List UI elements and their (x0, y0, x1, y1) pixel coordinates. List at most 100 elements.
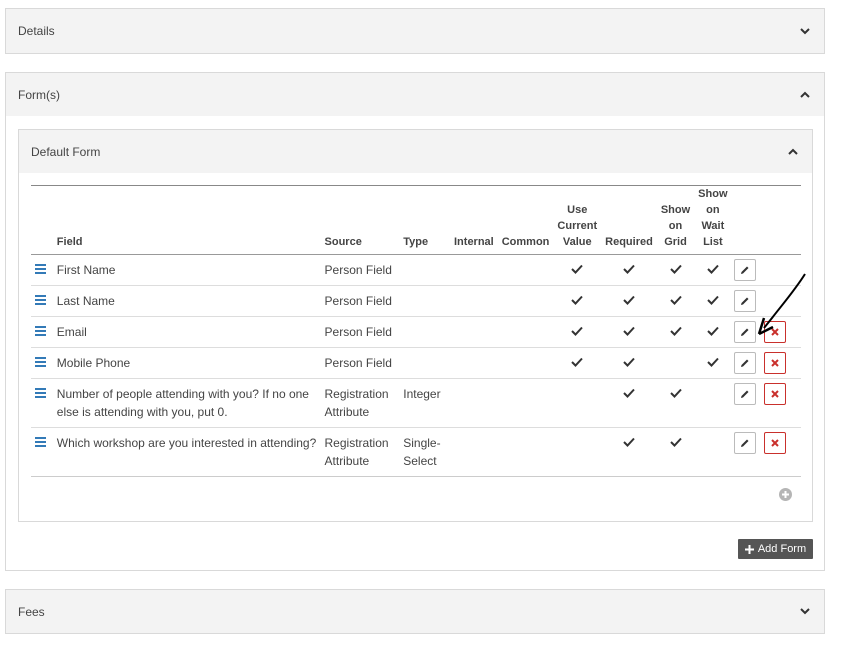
internal-column-header: Internal (450, 185, 498, 255)
details-panel-title: Details (18, 24, 55, 38)
header-line: Show (698, 188, 728, 200)
drag-handle[interactable] (31, 347, 53, 379)
pencil-icon (740, 266, 749, 274)
header-line: on (706, 204, 720, 216)
type-cell (399, 347, 450, 379)
type-cell (399, 285, 450, 317)
drag-handle[interactable] (31, 254, 53, 286)
fees-panel-title: Fees (18, 604, 45, 619)
table-row: Email Person Field (31, 316, 801, 348)
required-cell (601, 347, 657, 379)
show-on-wait-list-cell (694, 347, 732, 379)
chevron-up-icon[interactable] (798, 88, 812, 102)
reorder-icon (35, 388, 46, 398)
field-column-header: Field (52, 185, 321, 255)
edit-button[interactable] (733, 352, 756, 374)
check-icon (571, 356, 583, 370)
edit-button[interactable] (733, 383, 756, 405)
source-cell: Registration Attribute (320, 378, 400, 428)
header-line: Use (567, 204, 588, 216)
header-line: List (703, 236, 723, 248)
edit-button[interactable] (733, 432, 756, 454)
close-icon (770, 328, 779, 336)
forms-panel-header[interactable]: Form(s) (6, 73, 824, 116)
drag-handle[interactable] (31, 316, 53, 348)
delete-button[interactable] (763, 383, 786, 405)
check-icon (571, 263, 583, 277)
common-cell (497, 316, 554, 348)
edit-button[interactable] (733, 259, 756, 281)
use-current-value-cell (553, 378, 602, 428)
internal-cell (450, 378, 498, 428)
check-icon (707, 294, 719, 308)
chevron-down-icon[interactable] (798, 605, 812, 619)
close-icon (770, 439, 779, 447)
common-cell (497, 285, 554, 317)
common-cell (497, 347, 554, 379)
show-on-grid-cell (656, 316, 695, 348)
use-current-value-cell (553, 316, 602, 348)
table-row: Mobile Phone Person Field (31, 347, 801, 379)
source-cell: Person Field (320, 347, 400, 379)
use-current-value-cell (553, 347, 602, 379)
header-line: Wait (701, 220, 725, 232)
chevron-up-icon[interactable] (786, 145, 800, 159)
drag-handle[interactable] (31, 285, 53, 317)
drag-column-header (31, 185, 53, 255)
add-form-button[interactable]: Add Form (738, 539, 813, 559)
delete-button[interactable] (763, 352, 786, 374)
show-on-wait-list-cell (694, 285, 732, 317)
delete-button[interactable] (763, 432, 786, 454)
type-cell (399, 316, 450, 348)
show-on-grid-cell (656, 347, 695, 379)
check-icon (623, 436, 635, 450)
default-form-header[interactable]: Default Form (19, 130, 812, 173)
pencil-icon (740, 359, 749, 367)
source-cell: Person Field (320, 316, 400, 348)
delete-button[interactable] (763, 321, 786, 343)
required-cell (601, 285, 657, 317)
close-icon (770, 359, 779, 367)
internal-cell (450, 254, 498, 286)
actions-column-header (731, 185, 801, 255)
check-icon (571, 325, 583, 339)
check-icon (669, 325, 682, 339)
actions-cell (731, 427, 801, 477)
check-icon (707, 325, 719, 339)
internal-cell (450, 347, 498, 379)
chevron-down-icon[interactable] (798, 24, 812, 38)
show-on-grid-cell (656, 378, 695, 428)
drag-handle[interactable] (31, 427, 53, 477)
show-on-wait-list-cell (694, 427, 732, 477)
header-line: Show (660, 204, 691, 216)
type-cell (399, 254, 450, 286)
plus-circle-icon[interactable] (779, 488, 792, 506)
common-cell (497, 427, 554, 477)
actions-cell (731, 378, 801, 428)
required-cell (601, 378, 657, 428)
check-icon (707, 263, 719, 277)
drag-handle[interactable] (31, 378, 53, 428)
fees-panel-header[interactable]: Fees (6, 590, 824, 633)
reorder-icon (35, 295, 46, 305)
source-cell: Person Field (320, 254, 400, 286)
use-current-value-cell (553, 254, 602, 286)
header-line: Current (557, 220, 598, 232)
actions-cell (731, 254, 801, 286)
edit-button[interactable] (733, 321, 756, 343)
actions-cell (731, 316, 801, 348)
edit-button[interactable] (733, 290, 756, 312)
check-icon (669, 263, 682, 277)
check-icon (669, 294, 682, 308)
add-form-label: Add Form (757, 543, 807, 555)
source-cell: Registration Attribute (320, 427, 400, 477)
table-row: Number of people attending with you? If … (31, 378, 801, 428)
show-on-grid-cell (656, 285, 695, 317)
details-panel-header[interactable]: Details (6, 9, 824, 53)
check-icon (669, 387, 682, 401)
pencil-icon (740, 297, 749, 305)
use-current-value-cell (553, 427, 602, 477)
internal-cell (450, 427, 498, 477)
pencil-icon (740, 328, 749, 336)
show-on-wait-list-cell (694, 316, 732, 348)
